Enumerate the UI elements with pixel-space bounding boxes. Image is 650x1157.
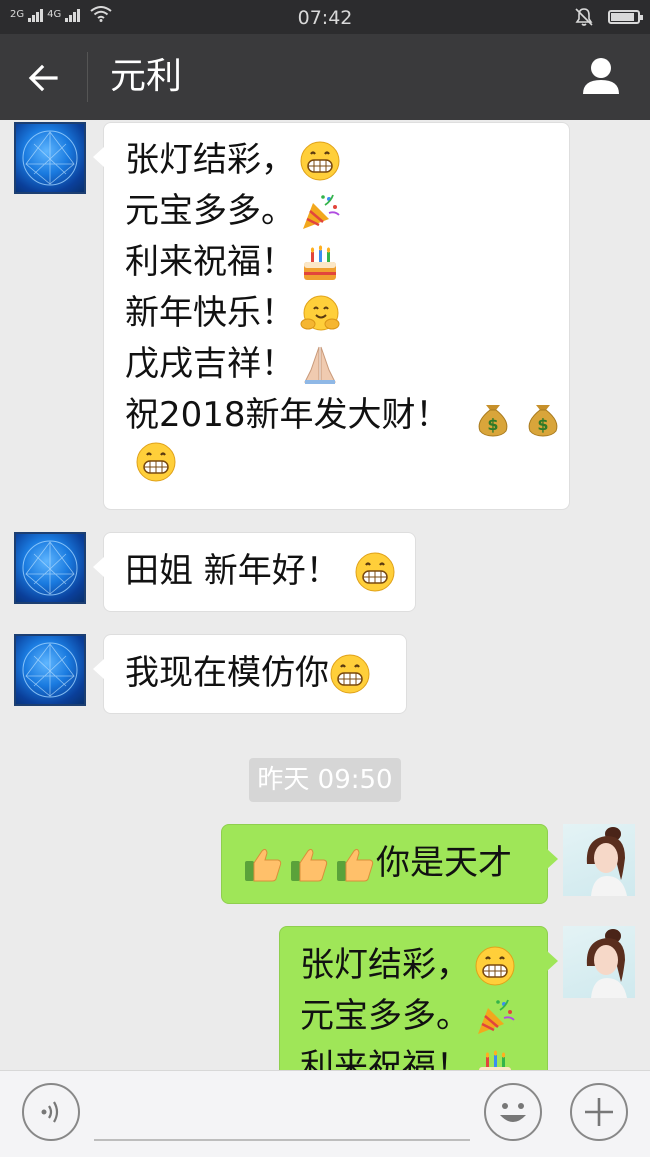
message-line: 张灯结彩， (300, 940, 547, 991)
person-icon[interactable] (578, 54, 624, 100)
timestamp-label: 昨天 09:50 (249, 758, 401, 802)
thumbs-up-icon (334, 843, 376, 885)
profile-photo (586, 827, 627, 896)
message-bubble[interactable]: 张灯结彩， 元宝多多。 利来祝福！ 新年快乐！ 戊戌吉祥！ 祝2018新年发大财… (93, 122, 570, 510)
status-bar: 2G 4G 07:42 (0, 0, 650, 34)
money-bag-icon: $ (472, 395, 514, 437)
svg-text:$: $ (537, 415, 548, 434)
message-line: 元宝多多。 (125, 186, 569, 237)
message-text: 元宝多多。 (300, 996, 470, 1036)
party-popper-icon (299, 191, 341, 233)
message-line: 你是天才 (242, 838, 547, 889)
message-text: 你是天才 (376, 843, 512, 883)
message-line: 利来祝福！ (125, 237, 569, 288)
grinning-face-icon (474, 945, 516, 987)
message-text: 田姐 新年好！ (125, 551, 340, 591)
message-line: 我现在模仿你 (125, 648, 406, 699)
grinning-face-icon (299, 140, 341, 182)
grinning-face-icon (329, 653, 371, 695)
arrow-left-icon[interactable] (22, 56, 66, 100)
message-bubble[interactable]: 你是天才 (221, 824, 558, 904)
message-line: 元宝多多。 (300, 991, 547, 1042)
avatar[interactable] (563, 926, 635, 998)
header-divider (87, 52, 88, 102)
birthday-cake-icon (299, 242, 341, 284)
voice-button[interactable] (22, 1083, 80, 1141)
message-text: 利来祝福！ (125, 242, 295, 282)
thumbs-up-icon (288, 843, 330, 885)
chat-header: 元利 (0, 34, 650, 120)
money-bag-icon: $ (522, 395, 564, 437)
grinning-face-icon (135, 441, 177, 483)
message-line (125, 441, 569, 483)
message-line: 张灯结彩， (125, 135, 569, 186)
emoji-button[interactable] (484, 1083, 542, 1141)
hugging-face-icon (299, 293, 341, 335)
smiley-icon (500, 1103, 526, 1122)
message-line: 新年快乐！ (125, 288, 569, 339)
plus-icon (585, 1098, 613, 1126)
input-bar (0, 1070, 650, 1157)
add-button[interactable] (570, 1083, 628, 1141)
message-text: 利来祝福！ (300, 1047, 470, 1070)
avatar[interactable] (14, 634, 86, 706)
message-text: 戊戌吉祥！ (125, 344, 295, 384)
globe-icon (22, 642, 78, 698)
bell-muted-icon (575, 8, 593, 26)
avatar[interactable] (14, 122, 86, 194)
thumbs-up-icon (242, 843, 284, 885)
message-text: 祝2018新年发大财！ (125, 395, 450, 435)
message-line: 戊戌吉祥！ (125, 339, 569, 390)
birthday-cake-icon (474, 1047, 516, 1070)
party-popper-icon (474, 996, 516, 1038)
message-line: 利来祝福！ (300, 1042, 547, 1070)
voice-icon (41, 1101, 59, 1123)
message-bubble[interactable]: 田姐 新年好！ (93, 532, 416, 612)
folded-hands-icon (299, 344, 341, 386)
avatar[interactable] (563, 824, 635, 896)
profile-photo (586, 929, 627, 998)
grinning-face-icon (354, 551, 396, 593)
globe-icon (22, 130, 78, 186)
message-input[interactable] (94, 1139, 470, 1141)
message-bubble[interactable]: 张灯结彩， 元宝多多。 利来祝福！ (279, 926, 558, 1070)
status-time: 07:42 (297, 7, 353, 29)
svg-text:$: $ (487, 415, 498, 434)
message-text: 元宝多多。 (125, 191, 295, 231)
message-line: 祝2018新年发大财！ $ $ (125, 390, 569, 441)
globe-icon (22, 540, 78, 596)
status-right (574, 7, 643, 27)
battery-level (611, 13, 634, 21)
avatar[interactable] (14, 532, 86, 604)
chat-title: 元利 (110, 56, 183, 97)
message-bubble[interactable]: 我现在模仿你 (93, 634, 407, 714)
message-list[interactable]: 张灯结彩， 元宝多多。 利来祝福！ 新年快乐！ 戊戌吉祥！ 祝2018新年发大财… (0, 120, 650, 1070)
message-text: 新年快乐！ (125, 293, 295, 333)
message-text: 张灯结彩， (300, 945, 470, 985)
battery-icon (608, 10, 643, 24)
message-text: 我现在模仿你 (125, 653, 329, 693)
message-line: 田姐 新年好！ (125, 546, 415, 597)
message-text: 张灯结彩， (125, 140, 295, 180)
